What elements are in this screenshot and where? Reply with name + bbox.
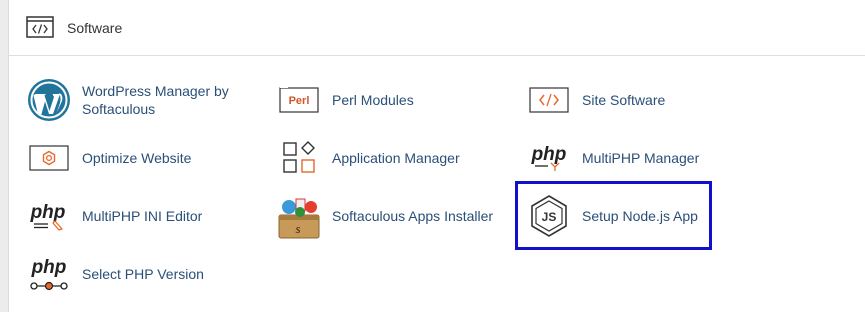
softaculous-apps-installer-label: Softaculous Apps Installer (332, 208, 494, 224)
code-brackets-icon (526, 77, 572, 123)
multiphp-manager-link[interactable]: php MultiPHP Manager (526, 135, 726, 183)
svg-text:s: s (295, 221, 300, 236)
svg-text:php: php (531, 144, 567, 165)
setup-nodejs-app-link[interactable]: JS Setup Node.js App (526, 193, 716, 241)
optimize-website-link[interactable]: Optimize Website (26, 135, 226, 183)
svg-text:JS: JS (542, 210, 557, 224)
softaculous-apps-installer-link[interactable]: s Softaculous Apps Installer (276, 193, 506, 241)
multiphp-manager-label: MultiPHP Manager (582, 150, 700, 166)
code-brackets-icon (26, 16, 54, 38)
select-php-version-link[interactable]: php Select PHP Version (26, 251, 226, 299)
nodejs-icon: JS (526, 193, 572, 239)
software-panel: Software WordPress Manager by Softaculou… (8, 0, 865, 312)
php-icon: php (526, 135, 572, 181)
svg-text:Perl: Perl (289, 95, 310, 107)
wordpress-manager-link[interactable]: WordPress Manager by Softaculous (26, 77, 266, 125)
optimize-website-label: Optimize Website (82, 150, 192, 166)
svg-text:php: php (31, 257, 67, 278)
php-version-icon: php (26, 251, 72, 297)
wordpress-icon (26, 77, 72, 123)
wordpress-manager-label: WordPress Manager by Softaculous (82, 83, 229, 117)
multiphp-ini-editor-label: MultiPHP INI Editor (82, 208, 203, 224)
svg-text:php: php (30, 202, 66, 223)
optimize-gear-icon (26, 135, 72, 181)
setup-nodejs-app-label: Setup Node.js App (582, 208, 698, 224)
perl-icon: Perl (276, 77, 322, 123)
php-editor-icon: php (26, 193, 72, 239)
perl-modules-label: Perl Modules (332, 92, 414, 108)
perl-modules-link[interactable]: Perl Perl Modules (276, 77, 476, 125)
softaculous-icon: s (276, 193, 322, 239)
section-header[interactable]: Software (9, 0, 865, 56)
multiphp-ini-editor-link[interactable]: php MultiPHP INI Editor (26, 193, 226, 241)
application-manager-icon (276, 135, 322, 181)
application-manager-label: Application Manager (332, 150, 460, 166)
site-software-link[interactable]: Site Software (526, 77, 726, 125)
site-software-label: Site Software (582, 92, 666, 108)
application-manager-link[interactable]: Application Manager (276, 135, 496, 183)
select-php-version-label: Select PHP Version (82, 266, 204, 282)
section-title: Software (67, 20, 123, 36)
